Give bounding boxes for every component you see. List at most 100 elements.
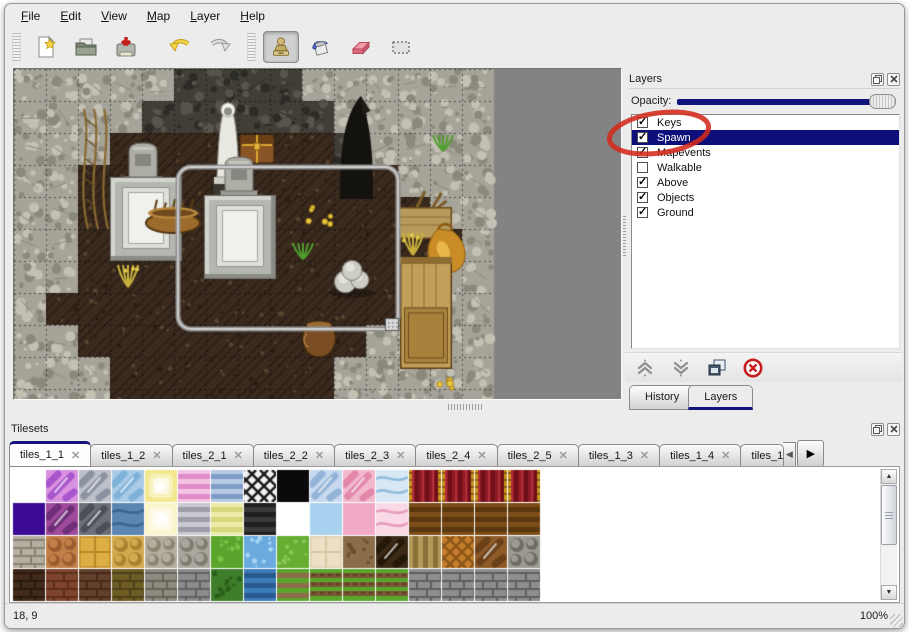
open-map-button[interactable] xyxy=(68,31,104,63)
scroll-tabs-right-button[interactable]: ▶ xyxy=(797,440,824,467)
duplicate-layer-button[interactable] xyxy=(705,356,729,380)
horizontal-splitter[interactable] xyxy=(5,400,622,414)
tileset-tab-bar: tiles_1_1✕tiles_1_2✕tiles_2_1✕ tiles_2_2 ✕… xyxy=(9,441,902,467)
tileset-tab-tiles_2_4[interactable]: tiles_2_4 ✕ xyxy=(415,444,497,467)
splitter-grip[interactable] xyxy=(448,404,482,410)
close-tab-icon[interactable]: ✕ xyxy=(640,449,649,462)
menu-map[interactable]: Map xyxy=(137,5,180,27)
menu-view[interactable]: View xyxy=(91,5,137,27)
tilesets-panel-title: Tilesets xyxy=(11,423,871,435)
layer-visibility-checkbox[interactable] xyxy=(637,132,648,143)
stamp-icon xyxy=(269,35,293,59)
stamp-tool-button[interactable] xyxy=(263,31,299,63)
tileset-tab-tiles_1_4[interactable]: tiles_1_4 ✕ xyxy=(659,444,741,467)
tileset-tab-tiles_1_1[interactable]: tiles_1_1✕ xyxy=(9,441,91,467)
close-tab-icon[interactable]: ✕ xyxy=(152,449,161,462)
duplicate-icon xyxy=(705,356,729,380)
layer-row-ground[interactable]: Ground xyxy=(632,205,899,220)
tab-layers[interactable]: Layers xyxy=(688,385,753,410)
tileset-tab-label: tiles_1_4 xyxy=(670,450,714,462)
tileset-tab-label: tiles_2_2 xyxy=(264,450,308,462)
float-panel-button[interactable] xyxy=(871,423,884,436)
close-tab-icon[interactable]: ✕ xyxy=(234,449,243,462)
toolbar-separator xyxy=(146,47,160,48)
chevrons-up-icon xyxy=(633,356,657,380)
close-panel-button[interactable] xyxy=(887,423,900,436)
close-tab-icon[interactable]: ✕ xyxy=(721,449,730,462)
tileset-tab-tiles_1_3[interactable]: tiles_1_3✕ xyxy=(578,444,660,467)
cursor-position: 18, 9 xyxy=(13,610,860,622)
layers-panel: Layers Opacity: KeysSpawn MapeventsWalkab… xyxy=(625,68,902,414)
layer-row-walkable[interactable]: Walkable xyxy=(632,160,899,175)
layer-visibility-checkbox[interactable] xyxy=(637,192,648,203)
toolbar-drag-handle[interactable] xyxy=(12,33,21,61)
select-tool-button[interactable] xyxy=(383,31,419,63)
layer-name: Objects xyxy=(657,192,694,204)
layer-row-above[interactable]: Above xyxy=(632,175,899,190)
opacity-label: Opacity: xyxy=(631,95,671,107)
delete-layer-button[interactable] xyxy=(741,356,765,380)
layer-visibility-checkbox[interactable] xyxy=(637,162,648,173)
layer-visibility-checkbox[interactable] xyxy=(637,207,648,218)
scroll-down-arrow[interactable]: ▼ xyxy=(881,585,897,600)
close-tab-icon[interactable]: ✕ xyxy=(315,449,324,462)
close-tab-icon[interactable]: ✕ xyxy=(396,449,405,462)
opacity-slider-track[interactable] xyxy=(677,99,892,105)
raise-layer-button[interactable] xyxy=(633,356,657,380)
scroll-tabs-left-button[interactable]: ◀ xyxy=(783,442,796,467)
float-icon xyxy=(873,75,882,84)
scrollbar-thumb[interactable] xyxy=(881,485,897,545)
toolbar-drag-handle[interactable] xyxy=(247,33,256,61)
save-icon xyxy=(114,35,138,59)
layer-buttons-row xyxy=(625,352,902,382)
layer-visibility-checkbox[interactable] xyxy=(637,117,648,128)
tileset-tab-tiles_2_1[interactable]: tiles_2_1✕ xyxy=(172,444,254,467)
opacity-slider[interactable] xyxy=(677,93,896,110)
redo-button[interactable] xyxy=(202,31,238,63)
resize-grip[interactable] xyxy=(890,614,903,627)
eraser-tool-button[interactable] xyxy=(343,31,379,63)
close-tab-icon[interactable]: ✕ xyxy=(559,449,568,462)
scroll-up-arrow[interactable]: ▲ xyxy=(881,469,897,484)
layer-name: Mapevents xyxy=(657,147,711,159)
layer-visibility-checkbox[interactable] xyxy=(637,177,648,188)
layers-panel-title: Layers xyxy=(629,73,871,85)
tileset-tab-tiles_1_2[interactable]: tiles_1_2✕ xyxy=(90,444,172,467)
tileset-tab-label: tiles_2_3 xyxy=(345,450,389,462)
tile-palette-canvas[interactable] xyxy=(12,469,880,602)
layer-row-mapevents[interactable]: Mapevents xyxy=(632,145,899,160)
layer-row-keys[interactable]: Keys xyxy=(632,115,899,130)
float-icon xyxy=(873,425,882,434)
menu-help[interactable]: Help xyxy=(230,5,275,27)
tab-history[interactable]: History xyxy=(629,385,695,410)
tileset-tab-tiles_2_5[interactable]: tiles_2_5✕ xyxy=(497,444,579,467)
close-panel-button[interactable] xyxy=(887,73,900,86)
tileset-tab-tiles_2_2[interactable]: tiles_2_2 ✕ xyxy=(253,444,335,467)
menu-file[interactable]: File xyxy=(11,5,50,27)
tilesets-panel-header: Tilesets xyxy=(11,420,900,438)
save-map-button[interactable] xyxy=(108,31,144,63)
tileset-tab-tiles_1[interactable]: tiles_1_ xyxy=(740,444,784,467)
opacity-slider-handle[interactable] xyxy=(869,94,896,109)
tileset-tab-label: tiles_2_4 xyxy=(426,450,470,462)
tileset-tab-tiles_2_3[interactable]: tiles_2_3 ✕ xyxy=(334,444,416,467)
float-panel-button[interactable] xyxy=(871,73,884,86)
palette-scrollbar[interactable]: ▲ ▼ xyxy=(880,469,897,600)
close-tab-icon[interactable]: ✕ xyxy=(71,449,80,462)
menu-edit[interactable]: Edit xyxy=(50,5,91,27)
layer-visibility-checkbox[interactable] xyxy=(637,147,648,158)
layer-name: Keys xyxy=(657,117,681,129)
layer-row-objects[interactable]: Objects xyxy=(632,190,899,205)
undo-button[interactable] xyxy=(162,31,198,63)
menu-layer[interactable]: Layer xyxy=(180,5,230,27)
layer-row-spawn[interactable]: Spawn xyxy=(632,130,899,145)
toolbar xyxy=(5,28,904,66)
new-map-button[interactable] xyxy=(28,31,64,63)
fill-tool-button[interactable] xyxy=(303,31,339,63)
map-viewport[interactable] xyxy=(13,68,622,400)
lower-layer-button[interactable] xyxy=(669,356,693,380)
tile-palette: ▲ ▼ xyxy=(9,466,900,603)
close-tab-icon[interactable]: ✕ xyxy=(477,449,486,462)
map-canvas[interactable] xyxy=(14,69,621,399)
layers-panel-header: Layers xyxy=(629,70,900,89)
